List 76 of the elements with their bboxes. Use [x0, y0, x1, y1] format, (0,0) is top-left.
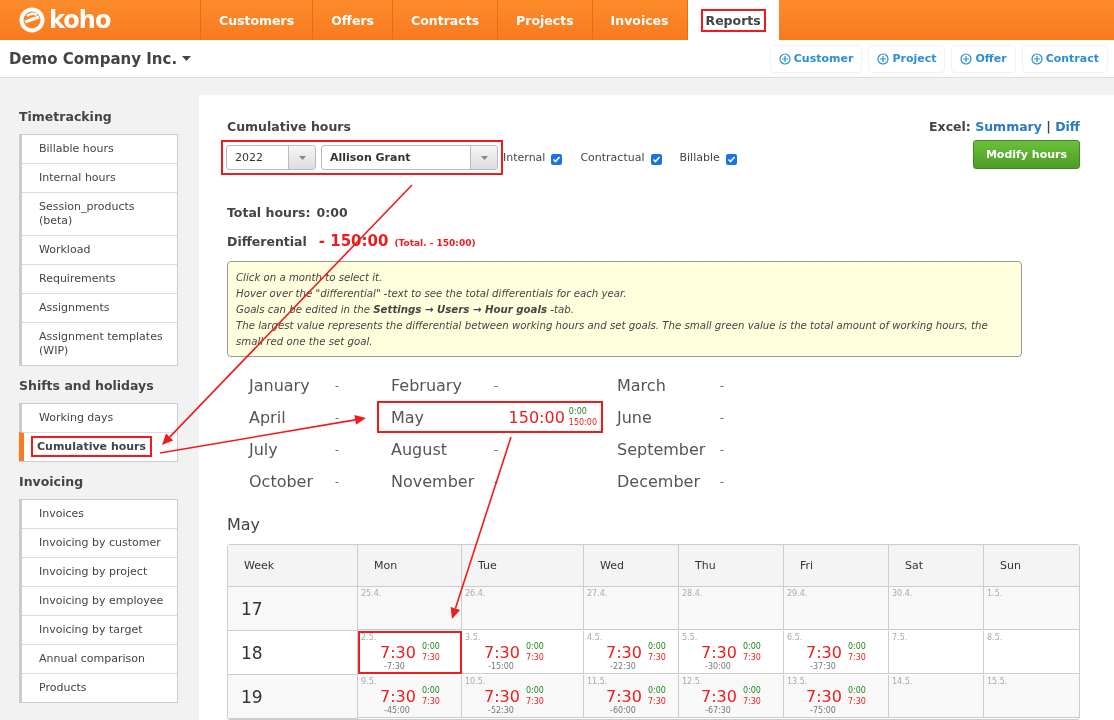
filter-checkbox[interactable] — [551, 154, 563, 165]
filter-label: Internal — [503, 151, 546, 164]
column-header: Mon — [358, 545, 462, 587]
month-item[interactable]: June - — [603, 401, 833, 433]
menu-item[interactable]: Internal hours — [22, 163, 177, 192]
excel-link[interactable]: Diff — [1055, 119, 1080, 134]
caret-icon — [480, 155, 488, 160]
section-title: Invoicing — [19, 474, 85, 489]
differential-total: (Total. - 150:00) — [394, 238, 476, 248]
link-separator: | — [1045, 119, 1052, 134]
differential-label: Differential — [227, 234, 307, 249]
menu-item[interactable]: Invoicing by customer — [22, 528, 177, 557]
info-text: Click on a month to select it. — [236, 271, 384, 285]
report-title: Cumulative hours — [227, 119, 351, 134]
menu-item[interactable]: Annual comparison — [22, 644, 177, 673]
month-item[interactable]: March - — [603, 369, 833, 401]
menu-item[interactable]: Products — [22, 673, 177, 702]
calendar-title: May — [227, 515, 262, 534]
week-number: 19 — [228, 675, 358, 719]
add-button[interactable]: Contract — [1021, 44, 1108, 73]
caret-icon — [298, 155, 306, 160]
menu-item[interactable]: Working days — [22, 404, 177, 432]
total-value: 0:00 — [316, 205, 348, 220]
section-title: Timetracking — [19, 109, 113, 124]
menu-item[interactable]: Cumulative hours — [19, 432, 177, 461]
month-item[interactable]: August - — [377, 433, 603, 465]
caret-icon — [182, 56, 192, 62]
plus-circle-icon — [877, 52, 890, 65]
company-selector[interactable]: Demo Company Inc. — [9, 49, 770, 68]
column-header: Fri — [784, 545, 889, 587]
menu-item[interactable]: Billable hours — [22, 135, 177, 163]
column-header: Sun — [984, 545, 1079, 587]
year-select[interactable]: 2022 — [226, 145, 316, 170]
plus-circle-icon — [960, 52, 973, 65]
month-item[interactable]: October - — [235, 465, 377, 497]
menu-item[interactable]: Assignment templates (WIP) — [22, 322, 177, 365]
column-header: Wed — [584, 545, 679, 587]
filter-label: Billable — [679, 151, 720, 164]
month-item[interactable]: April - — [235, 401, 377, 433]
plus-circle-icon — [778, 52, 791, 65]
column-header: Tue — [462, 545, 584, 587]
month-item[interactable]: January - — [235, 369, 377, 401]
add-button[interactable]: Project — [868, 44, 946, 73]
excel-label: Excel: — [929, 119, 972, 134]
menu-item[interactable]: Workload — [22, 235, 177, 264]
menu-item[interactable]: Requirements — [22, 264, 177, 293]
logo-text: koho — [49, 6, 111, 35]
menu-item[interactable]: Invoicing by target — [22, 615, 177, 644]
modify-hours-button[interactable]: Modify hours — [972, 140, 1080, 169]
month-item[interactable]: September - — [603, 433, 833, 465]
section-title: Shifts and holidays — [19, 378, 155, 393]
menu-item[interactable]: Invoices — [22, 500, 177, 528]
menu-item[interactable]: Assignments — [22, 293, 177, 322]
column-header: Thu — [679, 545, 784, 587]
add-button[interactable]: Customer — [769, 44, 863, 73]
filter-checkbox[interactable] — [725, 154, 737, 165]
week-number: 18 — [228, 631, 358, 675]
menu-item[interactable]: Session_products (beta) — [22, 192, 177, 235]
menu-item[interactable]: Invoicing by project — [22, 557, 177, 586]
month-item[interactable]: July - — [235, 433, 377, 465]
column-header: Week — [228, 545, 358, 587]
logo-icon — [19, 7, 45, 34]
add-button[interactable]: Offer — [951, 44, 1016, 73]
month-item[interactable]: December - — [603, 465, 833, 497]
month-item[interactable]: February - — [377, 369, 603, 401]
excel-link[interactable]: Summary — [975, 119, 1042, 134]
week-number: 17 — [228, 587, 358, 631]
plus-circle-icon — [1030, 52, 1043, 65]
column-header: Sat — [889, 545, 984, 587]
user-select[interactable]: Allison Grant — [321, 145, 498, 170]
filter-checkbox[interactable] — [650, 154, 662, 165]
nav-tab[interactable]: Reports — [686, 0, 779, 41]
month-item[interactable]: November - — [377, 465, 603, 497]
menu-item[interactable]: Invoicing by employee — [22, 586, 177, 615]
filter-label: Contractual — [580, 151, 645, 164]
total-label: Total hours: — [227, 205, 311, 220]
